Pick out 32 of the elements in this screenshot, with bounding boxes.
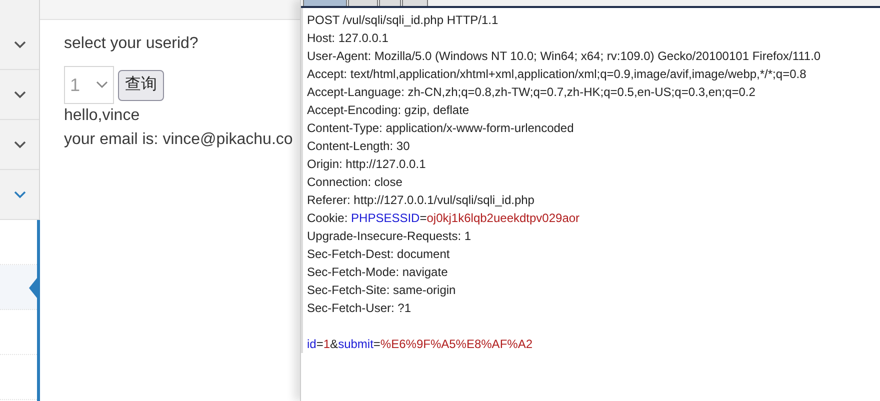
request-line: Host: 127.0.0.1 (307, 30, 390, 47)
request-line: Sec-Fetch-User: ?1 (307, 300, 412, 317)
editor-tab[interactable] (379, 0, 401, 6)
chevron-icon[interactable] (14, 140, 26, 148)
result-text: hello,vince (64, 106, 141, 126)
request-line: Sec-Fetch-Site: same-origin (307, 282, 457, 299)
chevron-icon[interactable] (14, 90, 26, 98)
request-line: Content-Type: application/x-www-form-urlencoded (307, 120, 575, 137)
caret-icon (96, 81, 108, 89)
editor-tab[interactable] (303, 0, 347, 6)
request-line: Cookie: PHPSESSID=oj0kj1k6lqb2ueekdtpv029aor (307, 210, 581, 227)
chevron-icon[interactable] (14, 190, 26, 198)
chevron-icon[interactable] (14, 40, 26, 48)
editor-tab[interactable] (348, 0, 378, 6)
request-line: Accept-Language: zh-CN,zh;q=0.8,zh-TW;q=0.7,zh-HK;q=0.5,en-US;q=0.3,en;q=0.2 (307, 84, 756, 101)
request-line: Upgrade-Insecure-Requests: 1 (307, 228, 472, 245)
request-line: User-Agent: Mozilla/5.0 (Windows NT 10.0; Win64; x64; rv:109.0) Gecko/20100101 Firefox/111.0 (307, 48, 822, 65)
submenu-item[interactable] (0, 265, 37, 310)
query-button[interactable]: 查询 (118, 70, 164, 100)
request-line: Sec-Fetch-Dest: document (307, 246, 451, 263)
editor-tab[interactable] (402, 0, 428, 6)
request-line: Sec-Fetch-Mode: navigate (307, 264, 449, 281)
request-line: Connection: close (307, 174, 404, 191)
result-text: your email is: vince@pikachu.co (64, 130, 294, 150)
request-line: Accept: text/html,application/xhtml+xml,application/xml;q=0.9,image/avif,image/webp,*/*;q=0.8 (307, 66, 808, 83)
request-line: Accept-Encoding: gzip, deflate (307, 102, 470, 119)
request-line: id=1&submit=%E6%9F%A5%E8%AF%A2 (307, 336, 534, 353)
request-line: Content-Length: 30 (307, 138, 411, 155)
request-line: Referer: http://127.0.0.1/vul/sqli/sqli_id.php (307, 192, 536, 209)
prompt-text: select your userid? (64, 34, 200, 54)
request-line: POST /vul/sqli/sqli_id.php HTTP/1.1 (307, 12, 500, 29)
request-line: Origin: http://127.0.0.1 (307, 156, 427, 173)
